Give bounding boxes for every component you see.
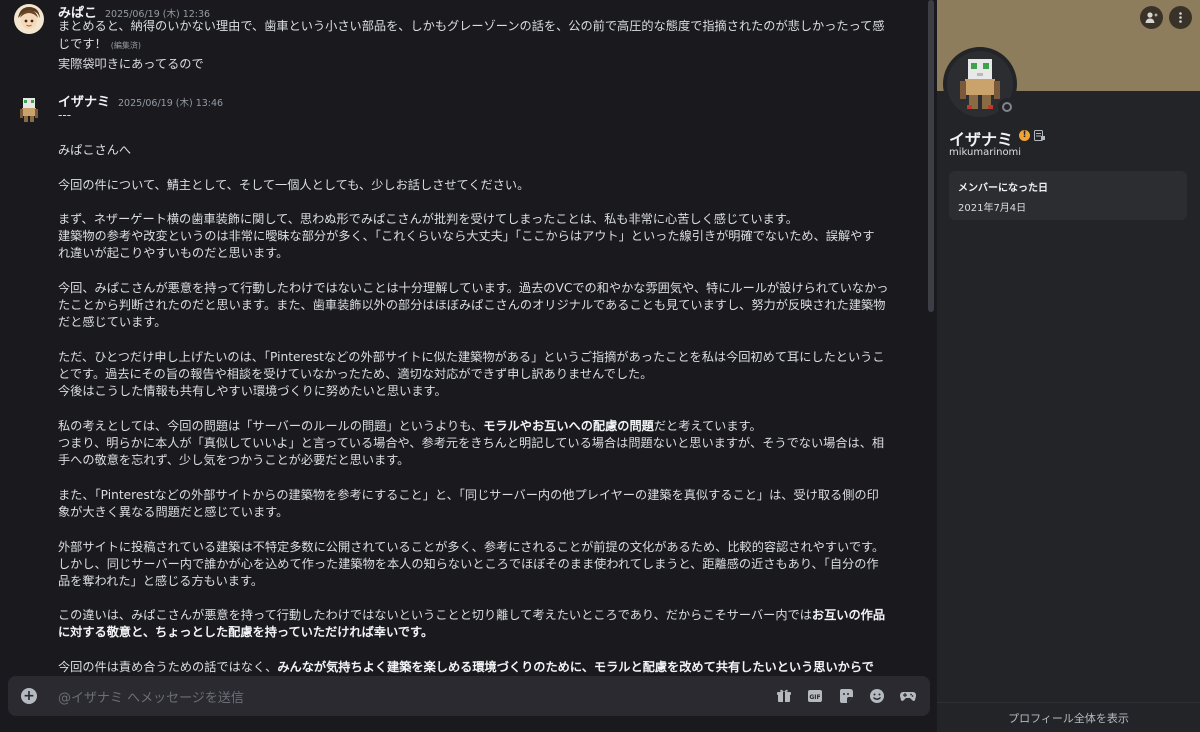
profile-username: mikumarinomi xyxy=(949,147,1022,158)
sticker-icon[interactable] xyxy=(838,688,854,704)
plus-circle-icon[interactable]: + xyxy=(21,688,37,704)
message-text: だと考えています。 xyxy=(653,419,762,433)
message-line: に対する敬意と、ちょっとした配慮を持っていただければ幸いです。 xyxy=(58,624,908,641)
status-offline-icon xyxy=(998,98,1016,116)
message-line: まず、ネザーゲート横の歯車装飾に関して、思わぬ形でみぱこさんが批判を受けてしまっ… xyxy=(58,212,798,226)
message-line: だと感じています。 xyxy=(58,315,167,329)
scrollbar[interactable] xyxy=(927,0,935,676)
message-line: まとめると、納得のいかない理由で、歯車という小さい部品を、しかもグレーゾーンの話… xyxy=(58,19,885,33)
message-line: 今回の件は責め合うための話ではなく、みんなが気持ちよく建築を楽しめる環境づくりの… xyxy=(58,659,908,676)
bold-text: みんなが気持ちよく建築を楽しめる環境づくりのために、モラルと配慮を改めて共有した… xyxy=(277,660,874,674)
message-text: この違いは、みぱこさんが悪意を持って行動したわけではないということと切り離して考… xyxy=(58,608,812,622)
message-line: みぱこさんへ xyxy=(58,143,132,157)
message-line: --- xyxy=(58,108,72,122)
message-line: しかし、同じサーバー内で誰かが心を込めて作った建築物を本人の知らないところでほぼ… xyxy=(58,557,879,571)
view-full-profile-button[interactable]: プロフィール全体を表示 xyxy=(937,702,1200,732)
message-line: 手への敬意を忘れず、少し気をつかうことが必要だと思います。 xyxy=(58,453,410,467)
message-line: この違いは、みぱこさんが悪意を持って行動したわけではないということと切り離して考… xyxy=(58,607,908,624)
message-text: 私の考えとしては、今回の問題は「サーバーのルールの問題」というよりも、 xyxy=(58,419,484,433)
message-list[interactable]: みぱこ 2025/06/19 (木) 12:36 まとめると、納得のいかない理由… xyxy=(0,0,937,676)
note-icon[interactable] xyxy=(1034,130,1045,141)
message-line: 外部サイトに投稿されている建築は不特定多数に公開されていることが多く、参考にされ… xyxy=(58,540,885,554)
message-text: じです！ xyxy=(58,37,107,51)
bold-text: お互いの作品 xyxy=(811,608,886,622)
message-line: 実際袋叩きにあってるので xyxy=(58,57,204,71)
message-line: また、「Pinterestなどの外部サイトからの建築物を参考にすること」と、「同… xyxy=(58,488,879,502)
more-options-icon[interactable] xyxy=(1169,6,1192,29)
message-line: ただ、ひとつだけ申し上げたいのは、「Pinterestなどの外部サイトに似た建築… xyxy=(58,350,885,364)
message-input[interactable]: @イザナミ へメッセージを送信 xyxy=(58,687,244,706)
scrollbar-thumb[interactable] xyxy=(928,0,934,312)
message-line: 品を奪われた」と感じる方もいます。 xyxy=(58,574,264,588)
profile-avatar[interactable] xyxy=(943,47,1017,121)
message-line: 象が大きく異なる問題だと感じています。 xyxy=(58,505,289,519)
bold-text: モラルやお互いへの配慮の問題 xyxy=(483,419,654,433)
avatar[interactable] xyxy=(14,4,44,34)
bold-text: に対する敬意と、ちょっとした配慮を持っていただければ幸いです。 xyxy=(58,625,434,639)
message-line: たことから判断されたのだと思います。また、歯車装飾以外の部分はほぼみぱこさんのオ… xyxy=(58,298,886,312)
message-line: 建築物の参考や改変というのは非常に曖昧な部分が多く、「これくらいなら大丈夫」「こ… xyxy=(58,229,875,243)
chat-area: みぱこ 2025/06/19 (木) 12:36 まとめると、納得のいかない理由… xyxy=(0,0,937,732)
message-line: れ違いが起こりやすいものだと思います。 xyxy=(58,246,289,260)
profile-panel: イザナミ ! mikumarinomi メンバーになった日 2021年7月4日 … xyxy=(937,0,1200,732)
message-composer[interactable]: + @イザナミ へメッセージを送信 GIF xyxy=(8,676,930,716)
message-line: とです。過去にその旨の報告や相談を受けていなかったため、適切な対応ができず申し訳… xyxy=(58,367,653,381)
message-line: 私の考えとしては、今回の問題は「サーバーのルールの問題」というよりも、モラルやお… xyxy=(58,418,908,435)
message-line: 今回、みぱこさんが悪意を持って行動したわけではないことは十分理解しています。過去… xyxy=(58,281,889,295)
message-text: 今回の件は責め合うための話ではなく、 xyxy=(58,660,278,674)
message-line-with-edited: じです！ (編集済) xyxy=(58,36,908,54)
member-since-card: メンバーになった日 2021年7月4日 xyxy=(949,171,1187,220)
svg-text:GIF: GIF xyxy=(809,694,820,701)
message-line: 今後はこうした情報も共有しやすい環境づくりに努めたいと思います。 xyxy=(58,384,447,398)
gift-icon[interactable] xyxy=(776,688,792,704)
add-friend-icon[interactable] xyxy=(1140,6,1163,29)
emoji-icon[interactable] xyxy=(869,688,885,704)
gif-icon[interactable]: GIF xyxy=(807,688,823,704)
avatar[interactable] xyxy=(14,94,44,124)
member-since-label: メンバーになった日 xyxy=(958,183,1048,194)
member-since-date: 2021年7月4日 xyxy=(958,203,1027,214)
game-controller-icon[interactable] xyxy=(900,688,916,704)
message-line: つまり、明らかに本人が「真似していいよ」と言っている場合や、参考元をきちんと明記… xyxy=(58,436,885,450)
message-line: 今回の件について、鯖主として、そして一個人としても、少しお話しさせてください。 xyxy=(58,178,530,192)
warning-badge-icon[interactable]: ! xyxy=(1019,130,1030,141)
edited-label: (編集済) xyxy=(110,41,141,50)
